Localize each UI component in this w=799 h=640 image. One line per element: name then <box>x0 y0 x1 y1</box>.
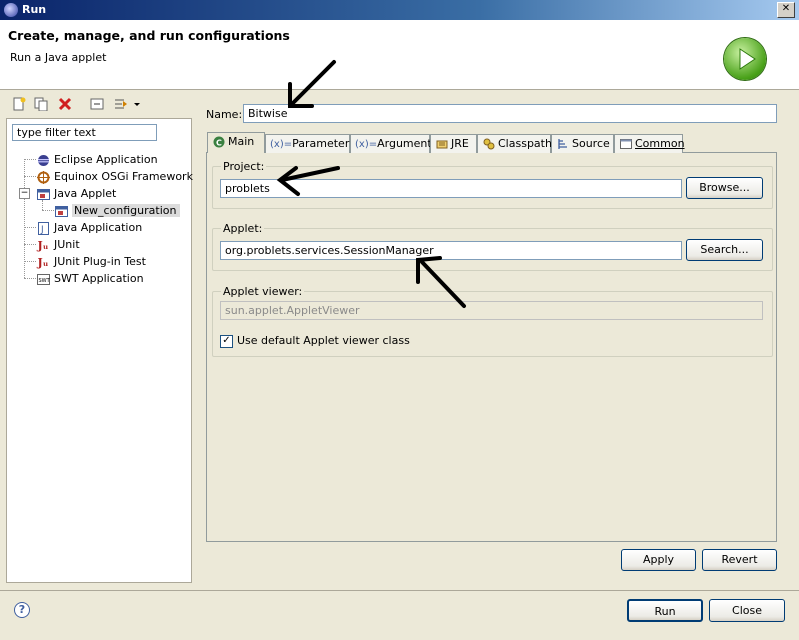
filter-config-icon[interactable] <box>114 97 128 111</box>
tree-line <box>24 261 36 262</box>
jre-tab-icon <box>435 138 448 150</box>
duplicate-config-icon[interactable] <box>34 97 48 112</box>
tab-label: Main <box>228 135 255 148</box>
annotation-arrow-name <box>288 60 336 108</box>
tree-item-label: SWT Application <box>54 272 144 285</box>
junit-icon: Jᵤ <box>37 238 49 252</box>
use-default-viewer-label: Use default Applet viewer class <box>237 334 410 347</box>
classpath-tab-icon <box>482 138 495 150</box>
config-toolbar <box>6 94 191 116</box>
run-banner-icon <box>724 38 766 80</box>
tree-item-label: JUnit <box>54 238 80 251</box>
collapse-toggle-icon[interactable]: − <box>19 188 30 199</box>
tab-label: Classpath <box>498 137 552 150</box>
tree-item-label: Java Application <box>54 221 143 234</box>
annotation-arrow-applet <box>416 256 466 308</box>
svg-text:SWT: SWT <box>38 278 50 284</box>
tree-line <box>24 227 36 228</box>
java-app-icon: J <box>36 221 50 235</box>
parameters-tab-icon: (x)= <box>270 139 293 150</box>
use-default-viewer-checkbox[interactable]: ✓ <box>220 335 233 348</box>
title-bar: Run ✕ <box>0 0 799 20</box>
bottom-separator <box>0 590 799 591</box>
applet-viewer-input: sun.applet.AppletViewer <box>220 301 763 320</box>
applet-label: Applet: <box>221 222 265 235</box>
applet-icon <box>54 205 68 218</box>
tab-jre[interactable]: JRE <box>430 134 477 153</box>
tree-item-java-applet[interactable]: Java Applet <box>36 185 116 202</box>
tree-item-swt-application[interactable]: SWT SWT Application <box>36 270 144 287</box>
tree-item-label: Equinox OSGi Framework <box>54 170 193 183</box>
tree-line <box>24 278 36 279</box>
revert-button[interactable]: Revert <box>702 549 777 571</box>
name-label: Name: <box>206 108 243 121</box>
annotation-arrow-project <box>276 166 340 196</box>
tab-label: Common <box>635 137 685 150</box>
filter-input[interactable]: type filter text <box>12 124 157 141</box>
tab-label: Parameters <box>292 137 356 150</box>
tree-item-java-application[interactable]: J Java Application <box>36 219 142 236</box>
tree-line <box>24 176 36 177</box>
tab-label: Source <box>572 137 610 150</box>
tree-item-label: JUnit Plug-in Test <box>54 255 146 268</box>
delete-config-icon[interactable] <box>58 97 72 111</box>
tree-item-eclipse-application[interactable]: Eclipse Application <box>36 151 158 168</box>
common-tab-icon <box>619 138 632 150</box>
tab-source[interactable]: Source <box>551 134 614 153</box>
tree-line <box>42 210 54 211</box>
view-menu-icon[interactable] <box>132 97 142 111</box>
tab-label: JRE <box>451 137 469 150</box>
close-window-button[interactable]: ✕ <box>777 2 795 18</box>
swt-icon: SWT <box>36 273 50 286</box>
tab-arguments[interactable]: (x)=Arguments <box>350 134 437 153</box>
close-button[interactable]: Close <box>709 599 785 622</box>
osgi-icon <box>36 170 50 184</box>
applet-viewer-label: Applet viewer: <box>221 285 305 298</box>
eclipse-icon <box>36 154 50 167</box>
browse-button[interactable]: Browse... <box>686 177 763 199</box>
svg-text:C: C <box>216 139 222 148</box>
tree-item-label: New_configuration <box>72 204 181 217</box>
tree-item-label: Java Applet <box>54 187 117 200</box>
junit-plugin-icon: Jᵤ <box>37 255 49 269</box>
tab-main[interactable]: C Main <box>207 132 265 153</box>
source-tab-icon <box>556 138 569 150</box>
applet-icon <box>36 188 50 201</box>
collapse-all-icon[interactable] <box>90 97 104 111</box>
apply-button[interactable]: Apply <box>621 549 696 571</box>
window-title: Run <box>22 3 47 16</box>
eclipse-window-icon <box>4 3 18 17</box>
run-button[interactable]: Run <box>627 599 703 622</box>
tab-common[interactable]: Common <box>614 134 685 153</box>
main-tab-icon: C <box>212 136 225 148</box>
tree-item-junit-plugin-test[interactable]: Jᵤ JUnit Plug-in Test <box>36 253 146 270</box>
banner: Create, manage, and run configurations R… <box>0 20 799 90</box>
banner-heading: Create, manage, and run configurations <box>8 28 290 43</box>
tab-label: Arguments <box>377 137 438 150</box>
tree-item-new-configuration[interactable]: New_configuration <box>54 202 181 219</box>
search-button[interactable]: Search... <box>686 239 763 261</box>
tree-item-label: Eclipse Application <box>54 153 158 166</box>
tree-line <box>24 159 36 160</box>
svg-text:J: J <box>40 225 44 235</box>
banner-subtitle: Run a Java applet <box>10 51 107 64</box>
arguments-tab-icon: (x)= <box>355 139 378 150</box>
tab-parameters[interactable]: (x)=Parameters <box>265 134 355 153</box>
new-config-icon[interactable] <box>12 97 26 111</box>
help-icon[interactable]: ? <box>14 602 30 618</box>
tree-item-junit[interactable]: Jᵤ JUnit <box>36 236 80 253</box>
tree-item-equinox-osgi[interactable]: Equinox OSGi Framework <box>36 168 193 185</box>
tree-line <box>24 244 36 245</box>
tab-classpath[interactable]: Classpath <box>477 134 552 153</box>
project-label: Project: <box>221 160 267 173</box>
